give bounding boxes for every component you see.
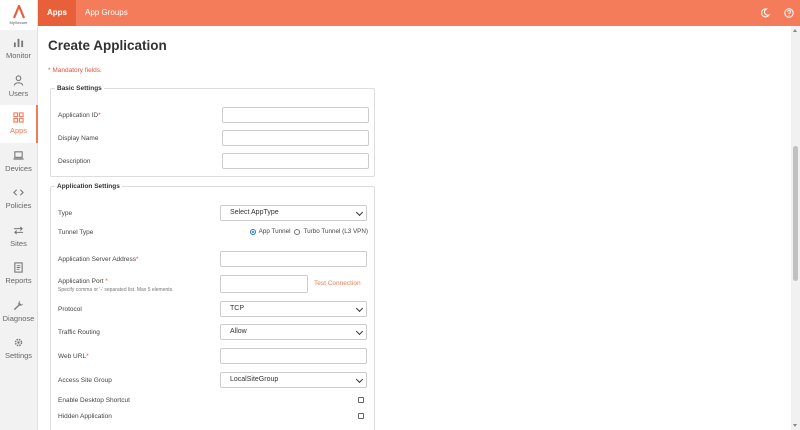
display-name-label: Display Name	[58, 135, 99, 142]
test-connection-link[interactable]: Test Connection	[314, 280, 361, 287]
nav-item-monitor[interactable]: Monitor	[0, 30, 37, 68]
protocol-select[interactable]: TCP	[220, 301, 367, 317]
web-url-label: Web URL*	[58, 353, 89, 360]
chevron-down-icon	[355, 327, 364, 336]
hidden-application-checkbox[interactable]	[358, 413, 364, 419]
chevron-down-icon	[355, 208, 364, 217]
page-scrollbar[interactable]	[791, 26, 800, 430]
swap-arrows-icon	[13, 226, 24, 235]
nav-item-settings[interactable]: Settings	[0, 330, 37, 368]
nav-item-sites[interactable]: Sites	[0, 218, 37, 256]
help-icon[interactable]	[784, 8, 794, 18]
scrollbar-thumb[interactable]	[793, 146, 798, 281]
tab-app-groups[interactable]: App Groups	[76, 0, 137, 26]
nav-label: Sites	[10, 238, 27, 248]
web-url-input[interactable]	[220, 348, 367, 364]
scroll-up-arrow-icon[interactable]	[793, 29, 797, 32]
app-port-input[interactable]	[220, 275, 308, 293]
nav-label: Policies	[5, 201, 32, 211]
radio-app-tunnel[interactable]	[249, 228, 256, 235]
desktop-shortcut-label: Enable Desktop Shortcut	[58, 397, 130, 404]
traffic-routing-select[interactable]: Allow	[220, 324, 367, 340]
report-icon	[14, 262, 23, 273]
description-input[interactable]	[222, 153, 369, 169]
nav-item-diagnose[interactable]: Diagnose	[0, 293, 37, 331]
display-name-input[interactable]	[222, 130, 369, 146]
theme-moon-icon[interactable]	[760, 8, 770, 18]
bar-chart-icon	[13, 39, 24, 48]
description-label: Description	[58, 158, 91, 165]
app-id-label: Application ID*	[58, 112, 101, 119]
tunnel-type-row: Tunnel Type App Tunnel Turbo Tunnel (L3 …	[58, 227, 368, 239]
scroll-down-arrow-icon[interactable]	[793, 424, 797, 427]
nav-label: Diagnose	[2, 313, 35, 323]
desktop-shortcut-checkbox[interactable]	[358, 397, 364, 403]
application-settings-legend: Application Settings	[57, 183, 120, 190]
gear-icon	[14, 338, 23, 347]
site-group-label: Access Site Group	[58, 377, 112, 384]
tunnel-type-label: Tunnel Type	[58, 229, 94, 236]
brand-name: MySecure	[9, 20, 28, 25]
nav-label: Apps	[9, 126, 28, 136]
mandatory-note: * Mandatory fields.	[48, 67, 102, 74]
hidden-application-row: Hidden Application	[58, 412, 368, 422]
protocol-label: Protocol	[58, 306, 82, 313]
nav-label: Reports	[5, 276, 32, 286]
nav-label: Users	[8, 88, 29, 98]
main-content: Create Application * Mandatory fields. B…	[38, 26, 791, 430]
nav-item-devices[interactable]: Devices	[0, 143, 37, 181]
brand-logo[interactable]: MySecure	[0, 0, 37, 30]
page-title: Create Application	[48, 38, 167, 53]
radio-turbo-tunnel[interactable]	[294, 228, 301, 235]
basic-settings-section: Basic Settings Application ID* Display N…	[50, 85, 375, 177]
nav-label: Monitor	[5, 51, 31, 61]
tab-apps[interactable]: Apps	[38, 0, 76, 26]
user-icon	[13, 75, 24, 86]
site-group-select[interactable]: LocalSiteGroup	[220, 372, 367, 388]
nav-item-users[interactable]: Users	[0, 68, 37, 106]
server-address-input[interactable]	[220, 251, 367, 267]
desktop-shortcut-row: Enable Desktop Shortcut	[58, 396, 368, 406]
tunnel-type-radio-group: App Tunnel Turbo Tunnel (L3 VPN)	[249, 228, 368, 235]
type-select[interactable]: Select AppType	[220, 205, 367, 221]
nav-item-policies[interactable]: Policies	[0, 180, 37, 218]
laptop-icon	[13, 151, 24, 160]
radio-turbo-tunnel-label: Turbo Tunnel (L3 VPN)	[303, 228, 368, 235]
nav-label: Devices	[5, 163, 32, 173]
top-bar: Apps App Groups	[38, 0, 800, 26]
app-port-label: Application Port *	[58, 278, 108, 285]
chevron-down-icon	[355, 304, 364, 313]
apps-grid-icon	[13, 112, 24, 123]
nav-label: Settings	[4, 351, 33, 361]
radio-app-tunnel-label: App Tunnel	[258, 228, 291, 235]
app-id-input[interactable]	[222, 107, 369, 123]
traffic-routing-label: Traffic Routing	[58, 329, 100, 336]
nav-item-apps[interactable]: Apps	[0, 105, 38, 143]
code-arrows-icon	[13, 189, 24, 196]
brand-logo-icon	[12, 5, 25, 19]
nav-item-reports[interactable]: Reports	[0, 255, 37, 293]
basic-settings-legend: Basic Settings	[57, 85, 102, 92]
sidebar: MySecure Monitor Users Apps Devices Poli…	[0, 0, 38, 430]
hidden-application-label: Hidden Application	[58, 413, 112, 420]
chevron-down-icon	[355, 375, 364, 384]
type-label: Type	[58, 210, 73, 217]
app-port-hint: Specify comma or '-' separated list. Max…	[58, 287, 174, 293]
server-address-label: Application Server Address*	[58, 256, 139, 263]
wrench-icon	[13, 300, 24, 310]
application-settings-section: Application Settings Type Select AppType…	[50, 183, 375, 430]
